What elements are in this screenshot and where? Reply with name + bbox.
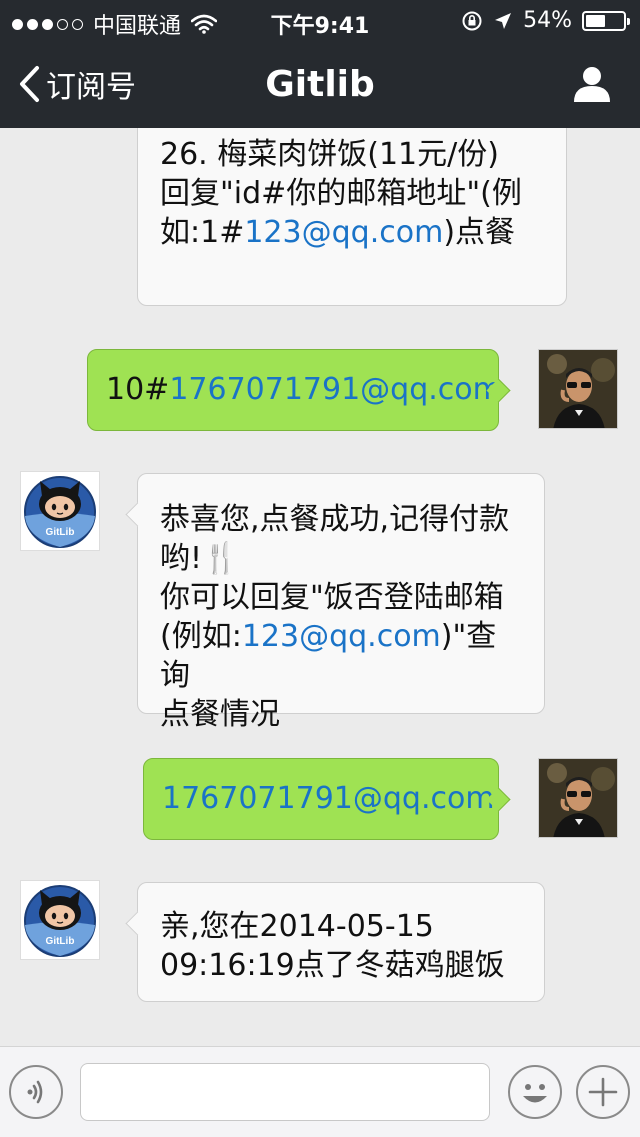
message-line: 1767071791@qq.com: [162, 779, 495, 818]
message-line: 点餐情况: [160, 695, 522, 734]
email-link[interactable]: 1767071791@qq.com: [169, 372, 502, 407]
message-bubble-incoming[interactable]: 恭喜您,点餐成功,记得付款 哟!🍴 你可以回复"饭否登陆邮箱 (例如:123@qq.c…: [125, 473, 545, 732]
message-line: 09:16:19点了冬菇鸡腿饭: [160, 946, 522, 985]
message-line: 哟!🍴: [160, 539, 522, 578]
gitlib-logo-text: GitLib: [46, 936, 75, 947]
message-text: 26. 梅菜肉饼饭(11元/份): [160, 137, 499, 172]
message-line: 回复"id#你的邮箱地址"(例: [160, 174, 544, 213]
message-text: 09:16:19点了冬菇鸡腿饭: [160, 948, 505, 983]
message-line: 如:1#123@qq.com)点餐: [160, 213, 544, 252]
message-text: 哟!🍴: [160, 541, 240, 576]
message-text: 回复"id#你的邮箱地址"(例: [160, 176, 522, 211]
message-bubble-outgoing[interactable]: 10#1767071791@qq.com: [87, 349, 511, 431]
avatar-user[interactable]: [538, 349, 618, 429]
email-link[interactable]: 123@qq.com: [242, 619, 441, 654]
avatar-gitlib[interactable]: GitLib: [20, 880, 100, 960]
message-text: (例如:: [160, 619, 242, 654]
message-text: 亲,您在2014-05-15: [160, 909, 434, 944]
nav-bar: 订阅号 Gitlib: [0, 44, 640, 128]
message-bubble-outgoing[interactable]: 1767071791@qq.com: [143, 758, 511, 840]
location-icon: [495, 12, 512, 29]
message-bubble-incoming[interactable]: 亲,您在2014-05-15 09:16:19点了冬菇鸡腿饭: [125, 882, 545, 1002]
plus-icon: [588, 1077, 618, 1107]
status-right: 54%: [461, 8, 630, 33]
chat-area[interactable]: 26. 梅菜肉饼饭(11元/份) 回复"id#你的邮箱地址"(例 如:1#123@…: [0, 128, 640, 1046]
smiley-icon: [523, 1084, 547, 1103]
email-link[interactable]: 123@qq.com: [244, 215, 443, 250]
gitlib-logo-avatar: GitLib: [24, 885, 96, 957]
battery-level-fill: [586, 14, 606, 27]
message-line: 亲,您在2014-05-15: [160, 907, 522, 946]
person-icon: [574, 67, 610, 102]
input-bar: [0, 1046, 640, 1137]
voice-icon: [27, 1080, 43, 1104]
message-input[interactable]: [80, 1063, 490, 1121]
emoji-button[interactable]: [508, 1065, 562, 1119]
message-line: (例如:123@qq.com)"查询: [160, 617, 522, 695]
message-text: 你可以回复"饭否登陆邮箱: [160, 580, 504, 615]
email-link[interactable]: 1767071791@qq.com: [162, 781, 495, 816]
avatar-user[interactable]: [538, 758, 618, 838]
message-line: 10#1767071791@qq.com: [106, 370, 502, 409]
user-photo-avatar: [539, 759, 617, 837]
top-bar: 中国联通 下午9:41 54% 订阅号 Gitlib: [0, 0, 640, 128]
message-text: 点餐情况: [160, 697, 280, 732]
voice-button[interactable]: [9, 1065, 63, 1119]
more-button[interactable]: [576, 1065, 630, 1119]
rotation-lock-icon: [462, 11, 482, 30]
message-text: )点餐: [443, 215, 516, 250]
message-text: 恭喜您,点餐成功,记得付款: [160, 502, 510, 537]
message-line: 26. 梅菜肉饼饭(11元/份): [160, 135, 544, 174]
avatar-gitlib[interactable]: GitLib: [20, 471, 100, 551]
status-bar: 中国联通 下午9:41 54%: [0, 0, 640, 40]
message-line: 恭喜您,点餐成功,记得付款: [160, 500, 522, 539]
message-bubble-incoming[interactable]: 26. 梅菜肉饼饭(11元/份) 回复"id#你的邮箱地址"(例 如:1#123@…: [137, 128, 567, 306]
page-title: Gitlib: [265, 64, 375, 105]
message-line: 你可以回复"饭否登陆邮箱: [160, 578, 522, 617]
gitlib-logo-text: GitLib: [46, 527, 75, 538]
profile-button[interactable]: [572, 64, 612, 108]
battery-percent: 54%: [523, 8, 572, 33]
message-text: 如:1#: [160, 215, 245, 250]
battery-icon: [582, 10, 630, 31]
user-photo-avatar: [539, 350, 617, 428]
gitlib-logo-avatar: GitLib: [24, 476, 96, 548]
message-text: 10#: [106, 372, 170, 407]
